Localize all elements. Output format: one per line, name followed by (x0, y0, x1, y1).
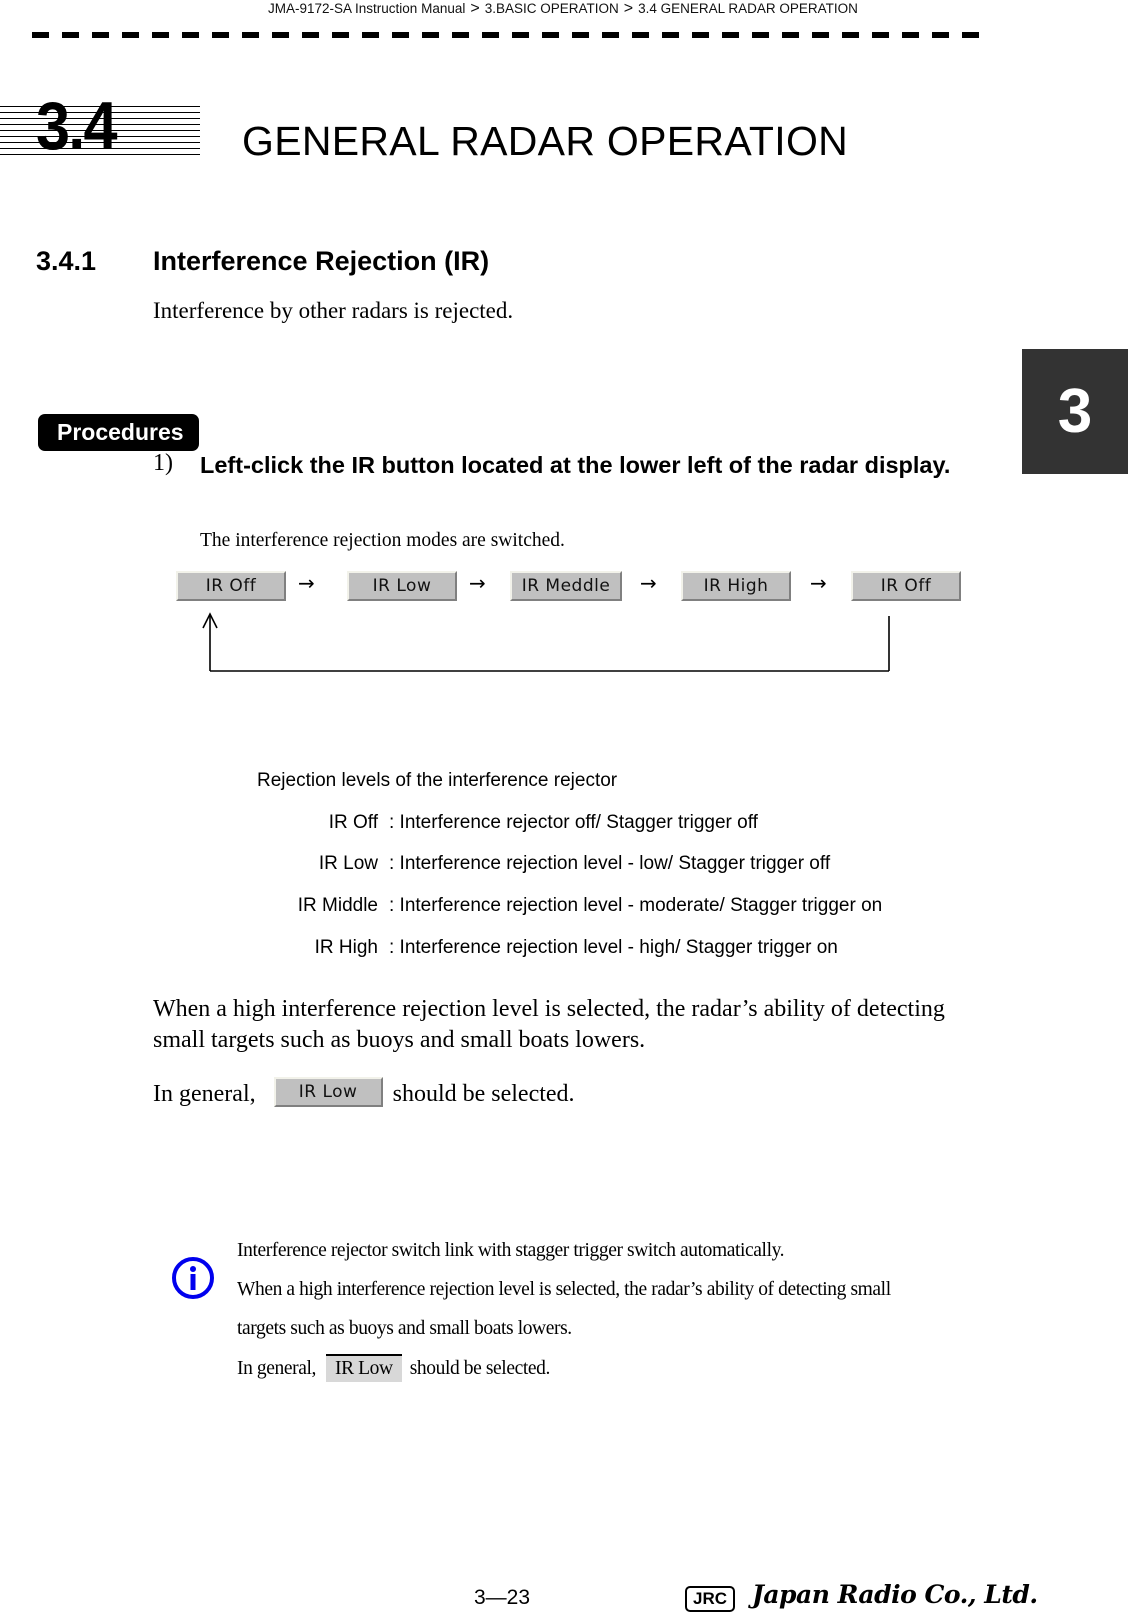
info-icon (172, 1257, 214, 1299)
warning-paragraph: When a high interference rejection level… (153, 996, 945, 1053)
ir-off-button[interactable]: IR Off (176, 571, 286, 601)
note-general-prefix: In general, (237, 1358, 316, 1379)
general-prefix: In general, (153, 1081, 256, 1107)
section-title: GENERAL RADAR OPERATION (242, 118, 849, 164)
step-result: The interference rejection modes are swi… (200, 530, 565, 551)
subsection-number: 3.4.1 (36, 246, 97, 276)
breadcrumb-item-chapter[interactable]: 3.BASIC OPERATION (485, 1, 619, 16)
section-number: 3.4 (36, 88, 117, 164)
ir-off-button-return[interactable]: IR Off (851, 571, 961, 601)
section-number-block: 3.4 (0, 92, 200, 160)
note-line: When a high interference rejection level… (237, 1279, 891, 1300)
right-arrow-icon: → (640, 571, 657, 595)
rejection-level-row: IR Middle : Interference rejection level… (0, 895, 1128, 919)
step-instruction: Left-click the IR button located at the … (200, 452, 951, 478)
jrc-logo: JRC (685, 1586, 735, 1612)
ir-low-inline-button[interactable]: IR Low (273, 1077, 383, 1108)
rejection-level-label: IR High (314, 937, 378, 958)
procedures-badge: Procedures (38, 414, 199, 451)
rejection-level-label: IR Low (318, 853, 378, 874)
rejection-level-label: IR Off (328, 812, 378, 833)
rejection-level-desc: : Interference rejection level - high/ S… (389, 937, 838, 958)
general-recommendation: In general, IR Low should be selected. (153, 1077, 983, 1110)
rejection-level-desc: : Interference rejection level - low/ St… (389, 853, 831, 874)
ir-middle-button[interactable]: IR Meddle (510, 571, 622, 601)
general-suffix: should be selected. (392, 1081, 575, 1107)
step-number: 1) (153, 450, 173, 476)
ir-high-button[interactable]: IR High (681, 571, 791, 601)
right-arrow-icon: → (298, 571, 315, 595)
chapter-tab[interactable]: 3 (1022, 349, 1128, 474)
right-arrow-icon: → (810, 571, 827, 595)
rejection-level-row: IR Low : Interference rejection level - … (0, 853, 1128, 877)
note-line: Interference rejector switch link with s… (237, 1240, 785, 1261)
note-general-recommendation: In general, IR Low should be selected. (237, 1354, 550, 1382)
rejection-level-desc: : Interference rejector off/ Stagger tri… (389, 812, 758, 833)
subsection-title: Interference Rejection (IR) (153, 246, 490, 276)
return-loop-arrow-icon (202, 612, 890, 672)
rejection-level-row: IR High : Interference rejection level -… (0, 937, 1128, 961)
rejection-level-row: IR Off : Interference rejector off/ Stag… (0, 812, 1128, 836)
note-general-suffix: should be selected. (409, 1358, 551, 1379)
page-number: 3—23 (474, 1586, 531, 1609)
header-dashed-divider (32, 32, 984, 38)
company-logo: Japan Radio Co., Ltd. (752, 1580, 1038, 1609)
rejection-level-desc: : Interference rejection level - moderat… (389, 895, 883, 916)
breadcrumb-item-section[interactable]: 3.4 GENERAL RADAR OPERATION (638, 1, 858, 16)
rejection-level-label: IR Middle (297, 895, 378, 916)
right-arrow-icon: → (469, 571, 486, 595)
note-ir-low-button[interactable]: IR Low (325, 1354, 402, 1382)
breadcrumb-item-manual[interactable]: JMA-9172-SA Instruction Manual (268, 1, 465, 16)
ir-low-button[interactable]: IR Low (347, 571, 457, 601)
subsection-intro: Interference by other radars is rejected… (153, 298, 514, 323)
rejection-levels-title: Rejection levels of the interference rej… (257, 770, 618, 791)
breadcrumb-separator: > (470, 0, 480, 17)
note-line: targets such as buoys and small boats lo… (237, 1318, 572, 1339)
breadcrumb-separator: > (623, 0, 634, 17)
